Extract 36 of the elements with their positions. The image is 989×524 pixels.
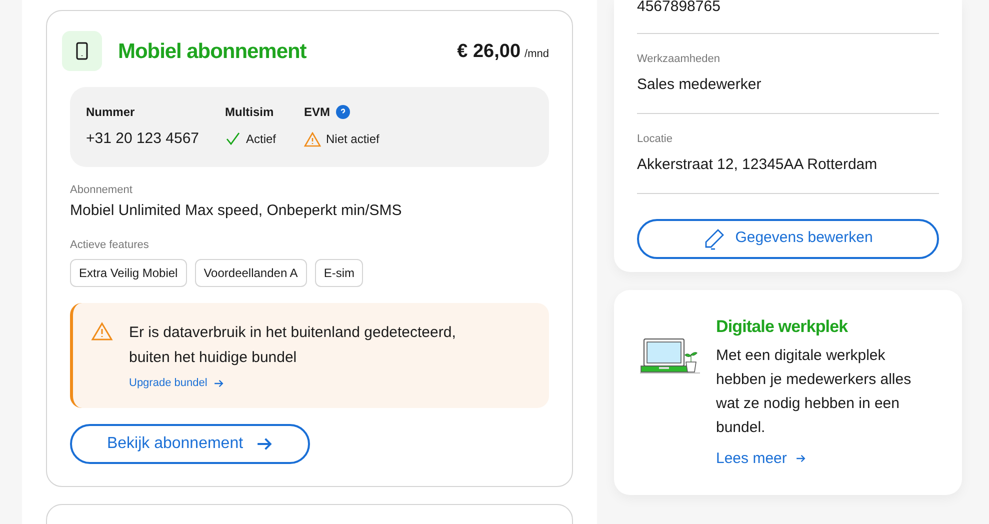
field-label: Locatie [637, 132, 674, 146]
field-label: Nummer [86, 104, 135, 121]
arrow-right-icon [213, 378, 224, 389]
phone-icon [76, 42, 88, 60]
card-title: Mobiel abonnement [118, 39, 306, 66]
field-label: Multisim [225, 104, 274, 121]
read-more-link[interactable]: Lees meer [716, 448, 806, 470]
help-icon[interactable] [336, 105, 350, 119]
field-value: Sales medewerker [637, 75, 762, 95]
field-value: Actief [246, 131, 276, 148]
price-unit: /mnd [524, 46, 549, 62]
promo-text: Met een digitale werkplek hebben je medewerkers alles wat ze nodig hebben in een bundel. [716, 346, 912, 438]
field-label: Werkzaamheden [637, 52, 721, 66]
laptop-plant-drawing [640, 338, 700, 374]
field-value: Niet actief [326, 131, 380, 148]
feature-tag: Voordeellanden A [194, 259, 307, 287]
field-label: Abonnement [70, 182, 134, 198]
pencil-icon [703, 228, 726, 250]
view-subscription-button[interactable]: Bekijk abonnement [70, 424, 310, 464]
warning-icon [304, 132, 321, 146]
field-value: Akkerstraat 12, 12345AA Rotterdam [637, 155, 878, 175]
arrow-right-icon [794, 453, 806, 464]
upgrade-link[interactable]: Upgrade bundel [129, 375, 224, 392]
field-label: EVM [304, 104, 330, 121]
feature-tag: Extra Veilig Mobiel [70, 259, 187, 287]
price: € 26,00 [457, 40, 521, 64]
field-value: Mobiel Unlimited Max speed, Onbeperkt min/SMS [70, 201, 403, 221]
field-value: +31 20 123 4567 [86, 130, 200, 147]
field-label: Actieve features [70, 238, 150, 252]
warning-icon [91, 322, 113, 341]
feature-tag: E-sim [314, 259, 364, 287]
promo-title: Digitale werkplek [716, 316, 849, 338]
field-value: 4567898765 [637, 0, 722, 17]
checkmark-icon [225, 131, 241, 147]
edit-details-button[interactable]: Gegevens bewerken [637, 218, 939, 258]
alert-message: Er is dataverbruik in het buitenland gedetecteerd, buiten het huidige bundel [129, 323, 457, 368]
